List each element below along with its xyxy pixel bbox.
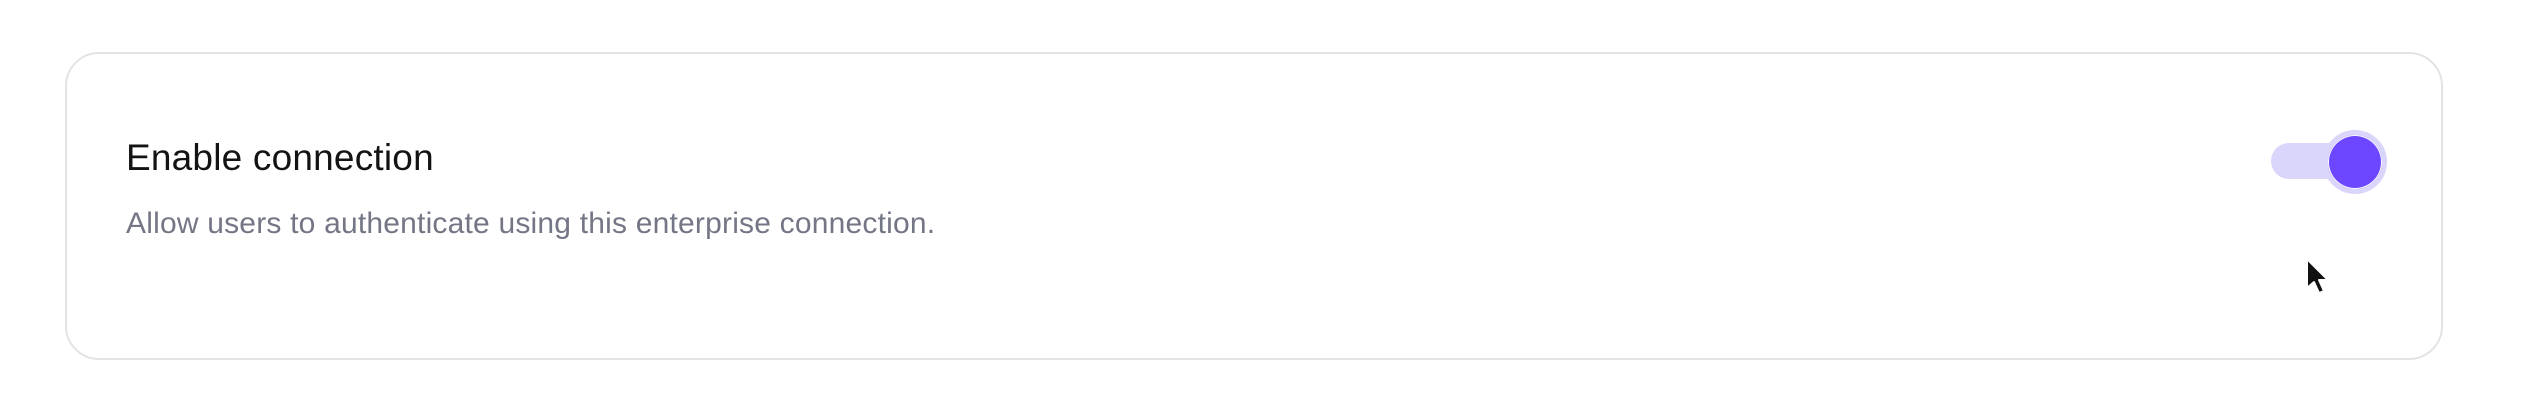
setting-title: Enable connection [126, 137, 434, 178]
toggle-thumb [2323, 130, 2387, 194]
setting-description: Allow users to authenticate using this e… [126, 207, 936, 240]
page: Enable connection Allow users to authent… [0, 0, 2526, 412]
enable-connection-toggle[interactable] [2267, 130, 2387, 194]
enable-connection-card: Enable connection Allow users to authent… [65, 52, 2443, 360]
